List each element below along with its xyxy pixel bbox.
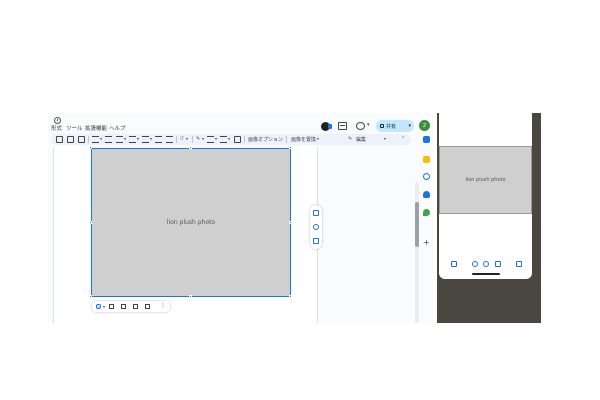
photo-action-bar — [441, 258, 532, 272]
border-dash-icon[interactable] — [220, 136, 227, 143]
resize-handle[interactable] — [89, 295, 92, 298]
docs-window: 形式 ツール 拡張機能 ヘルプ ▾ 共有 ▾ 2 ▾ ▾ ▾ ▾ ℱ ▾ ✎ ▾… — [48, 113, 433, 323]
menubar: 形式 ツール 拡張機能 ヘルプ ▾ 共有 ▾ 2 — [48, 117, 433, 133]
maps-icon[interactable] — [423, 209, 430, 216]
scrollbar[interactable] — [415, 182, 419, 323]
document-canvas: lion plush photo ▾ ⋮ — [48, 146, 419, 323]
history-icon[interactable] — [54, 117, 61, 124]
meet-icon[interactable] — [321, 122, 332, 131]
side-panel-rail: + — [420, 128, 434, 248]
selection-outline — [91, 148, 291, 297]
present-icon[interactable] — [356, 122, 365, 130]
trash-icon[interactable] — [516, 261, 522, 267]
checklist-icon[interactable] — [116, 136, 123, 143]
photo-card: lion plush photo — [439, 113, 532, 279]
border-color-icon[interactable]: ✎ — [196, 136, 200, 142]
document-page[interactable]: lion plush photo ▾ ⋮ — [53, 146, 318, 323]
image-wrap-toolbar: ▾ ⋮ — [92, 301, 170, 312]
inline-wrap-icon[interactable] — [96, 304, 101, 309]
crop-icon[interactable] — [234, 136, 241, 143]
resize-handle[interactable] — [289, 146, 292, 149]
add-comment-icon[interactable] — [67, 136, 74, 143]
in-front-of-text-icon[interactable] — [145, 304, 150, 309]
scroll-thumb[interactable] — [415, 202, 419, 247]
menu-extensions[interactable]: 拡張機能 — [85, 124, 107, 132]
chevron-down-icon[interactable]: ▾ — [408, 123, 411, 129]
heart-icon[interactable] — [472, 261, 478, 267]
resize-handle[interactable] — [289, 295, 292, 298]
lock-icon — [380, 124, 384, 128]
format-toolbar: ▾ ▾ ▾ ▾ ℱ ▾ ✎ ▾ ▾ ▾ 画像オプション 画像を置換 ▾ ✎ 編集… — [51, 134, 411, 145]
chevron-up-icon[interactable]: ⌃ — [401, 136, 405, 142]
add-icon[interactable]: + — [423, 238, 430, 247]
menu-tools[interactable]: ツール — [66, 124, 83, 132]
adjust-icon[interactable] — [495, 261, 501, 267]
comment-history-icon[interactable] — [338, 122, 347, 130]
add-comment-icon[interactable] — [313, 210, 319, 216]
suggest-edits-icon[interactable] — [313, 238, 319, 244]
resize-handle[interactable] — [89, 221, 92, 224]
keep-icon[interactable] — [423, 156, 430, 163]
menu-format[interactable]: 形式 — [51, 124, 62, 132]
edit-mode-pencil-icon[interactable]: ✎ — [348, 136, 352, 142]
bulleted-list-icon[interactable] — [129, 136, 136, 143]
tasks-icon[interactable] — [423, 173, 430, 180]
screen: 形式 ツール 拡張機能 ヘルプ ▾ 共有 ▾ 2 ▾ ▾ ▾ ▾ ℱ ▾ ✎ ▾… — [0, 0, 600, 400]
resize-handle[interactable] — [289, 221, 292, 224]
resize-handle[interactable] — [189, 295, 192, 298]
behind-text-icon[interactable] — [133, 304, 138, 309]
side-actions — [310, 205, 322, 249]
calendar-icon[interactable] — [423, 136, 430, 143]
selected-image[interactable]: lion plush photo — [89, 146, 292, 298]
align-icon[interactable] — [92, 136, 99, 143]
share-button[interactable]: 共有 ▾ — [376, 120, 414, 132]
insert-image-icon[interactable] — [78, 136, 85, 143]
chevron-down-icon[interactable]: ▾ — [367, 122, 370, 128]
share-icon[interactable] — [451, 261, 457, 267]
image-options-button[interactable]: 画像オプション — [248, 136, 283, 143]
resize-handle[interactable] — [189, 146, 192, 149]
info-icon[interactable] — [483, 261, 489, 267]
more-options-icon[interactable]: ⋮ — [160, 302, 166, 309]
decrease-indent-icon[interactable] — [155, 136, 162, 143]
wrap-text-icon[interactable] — [109, 304, 114, 309]
add-emoji-icon[interactable] — [313, 224, 319, 230]
share-label: 共有 — [386, 123, 397, 130]
edit-mode-label[interactable]: 編集 — [356, 136, 366, 143]
home-indicator — [472, 273, 500, 275]
increase-indent-icon[interactable] — [166, 136, 173, 143]
resize-handle[interactable] — [89, 146, 92, 149]
numbered-list-icon[interactable] — [142, 136, 149, 143]
line-spacing-icon[interactable] — [105, 136, 112, 143]
menu-help[interactable]: ヘルプ — [109, 124, 126, 132]
contacts-icon[interactable] — [423, 191, 430, 198]
clear-formatting-icon[interactable]: ℱ — [180, 136, 184, 142]
replace-image-button[interactable]: 画像を置換 — [291, 136, 316, 143]
border-weight-icon[interactable] — [207, 136, 214, 143]
link-icon[interactable] — [56, 136, 63, 143]
card-image-placeholder[interactable]: lion plush photo — [439, 146, 532, 214]
break-text-icon[interactable] — [121, 304, 126, 309]
phone-screenshot: lion plush photo — [437, 113, 541, 323]
